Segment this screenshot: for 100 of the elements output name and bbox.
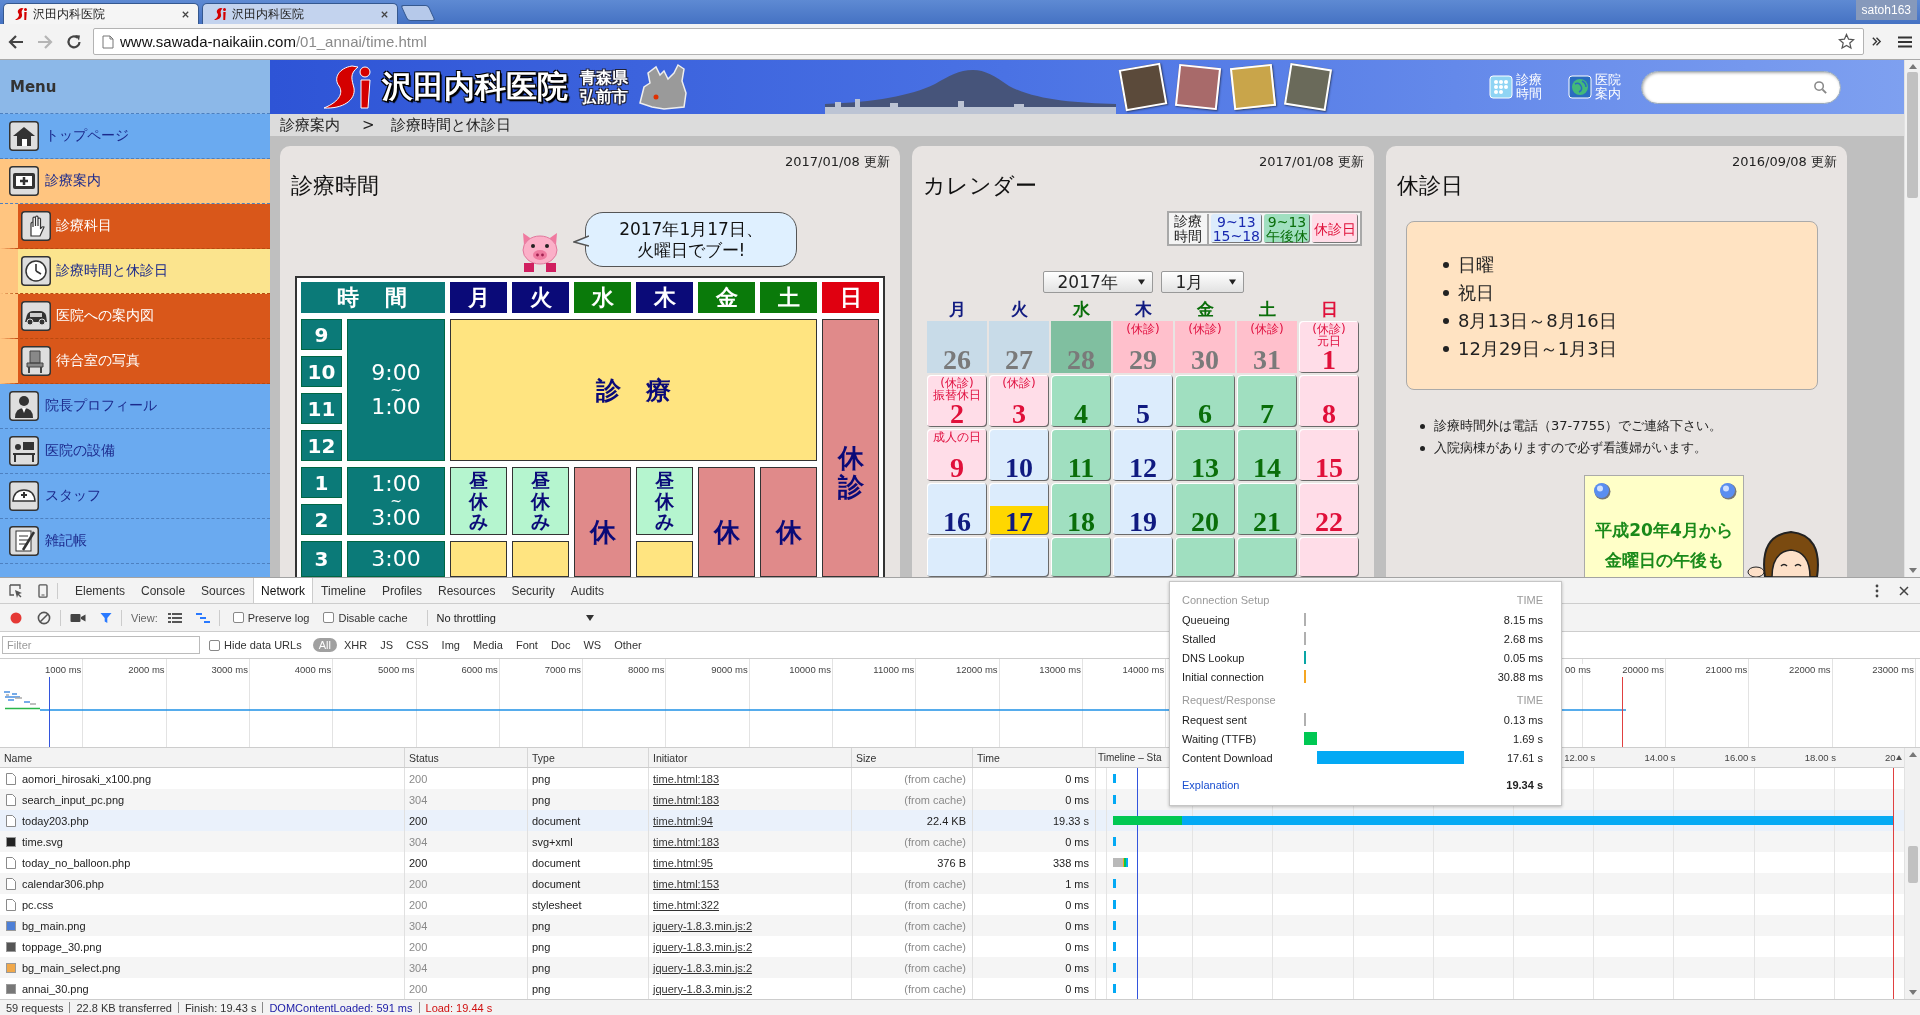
type-filter-button[interactable]: Doc xyxy=(544,638,577,652)
initiator-link[interactable]: time.html:322 xyxy=(653,898,720,911)
checkbox-label[interactable]: Disable cache xyxy=(338,611,408,624)
initiator-link[interactable]: jquery-1.8.3.min.js:2 xyxy=(653,961,753,974)
devtools-tab[interactable]: Network xyxy=(253,578,314,603)
browser-tab[interactable]: 沢田内科医院 xyxy=(3,3,199,24)
scroll-down-icon[interactable] xyxy=(1908,568,1917,573)
new-tab-button[interactable] xyxy=(400,5,436,21)
nav-item[interactable]: 医院の設備 xyxy=(0,429,270,474)
checkbox[interactable] xyxy=(323,612,335,623)
devtools-tab[interactable]: Profiles xyxy=(374,578,431,603)
list-icon[interactable] xyxy=(167,611,182,624)
page-scrollbar[interactable] xyxy=(1904,60,1920,577)
devtools-tab[interactable]: Audits xyxy=(562,578,613,603)
waterfall-icon[interactable] xyxy=(195,611,210,624)
more-options-icon[interactable] xyxy=(1875,583,1879,598)
checkbox[interactable] xyxy=(232,612,244,623)
star-icon[interactable] xyxy=(1838,33,1855,50)
sort-arrow-icon[interactable] xyxy=(1896,755,1902,760)
reload-icon[interactable] xyxy=(65,32,83,51)
table-scrollbar[interactable] xyxy=(1904,748,1920,999)
filter-icon[interactable] xyxy=(100,611,112,624)
initiator-link[interactable]: jquery-1.8.3.min.js:2 xyxy=(653,940,753,953)
column-header[interactable]: Timeline – Sta xyxy=(1098,752,1162,763)
filter-field[interactable]: Filter xyxy=(2,636,200,654)
chevron-icon[interactable] xyxy=(1871,36,1882,47)
close-icon[interactable] xyxy=(380,9,389,19)
scroll-up-icon[interactable] xyxy=(1908,752,1917,757)
nav-item[interactable]: 診療科目 xyxy=(0,204,270,249)
initiator-link[interactable]: time.html:153 xyxy=(653,877,720,890)
explanation-link[interactable]: Explanation xyxy=(1182,779,1240,791)
request-row[interactable]: bg_main_select.png 304 png jquery-1.8.3.min.js:2 (from cache) 0 ms xyxy=(0,957,1904,978)
device-icon[interactable] xyxy=(38,583,48,598)
request-row[interactable]: today203.php 200 document time.html:94 22.4 KB 19.33 s xyxy=(0,810,1904,831)
nav-item[interactable]: 雑記帳 xyxy=(0,519,270,564)
initiator-link[interactable]: time.html:94 xyxy=(653,814,713,827)
devtools-tab[interactable]: Sources xyxy=(193,578,254,603)
devtools-tab[interactable]: Security xyxy=(503,578,563,603)
close-icon[interactable] xyxy=(181,9,190,19)
clinic-name[interactable]: 沢田内科医院 xyxy=(382,66,568,108)
nav-item[interactable]: 診療案内 xyxy=(0,159,270,204)
search-icon[interactable] xyxy=(1813,79,1828,95)
devtools-tab[interactable]: Timeline xyxy=(313,578,374,603)
scroll-down-icon[interactable] xyxy=(1908,990,1917,995)
scrollbar-thumb[interactable] xyxy=(1907,846,1918,883)
address-bar[interactable]: www.sawada-naikaiin.com/01_annai/time.html xyxy=(93,28,1864,55)
calendar-day: 13 xyxy=(1175,429,1235,481)
type-filter-button[interactable]: XHR xyxy=(337,638,374,652)
menu-icon[interactable] xyxy=(1898,35,1912,48)
type-filter-button[interactable]: WS xyxy=(577,638,608,652)
nav-item[interactable]: 医院への案内図 xyxy=(0,294,270,339)
breadcrumb-link[interactable]: 診療案内 xyxy=(280,115,340,135)
request-row[interactable]: calendar306.php 200 document time.html:153 (from cache) 1 ms xyxy=(0,873,1904,894)
scroll-up-icon[interactable] xyxy=(1908,64,1917,69)
inspect-icon[interactable] xyxy=(9,583,23,598)
request-row[interactable]: bg_main.png 304 png jquery-1.8.3.min.js:2 (from cache) 0 ms xyxy=(0,915,1904,936)
year-select[interactable]: 2017年 xyxy=(1042,271,1153,293)
scrollbar-thumb[interactable] xyxy=(1907,72,1918,198)
initiator-link[interactable]: jquery-1.8.3.min.js:2 xyxy=(653,982,753,995)
type-filter-button[interactable]: CSS xyxy=(399,638,435,652)
type-filter-button[interactable]: Img xyxy=(435,638,466,652)
checkbox-label[interactable]: Hide data URLs xyxy=(224,639,302,651)
devtools-tab[interactable]: Resources xyxy=(430,578,504,603)
initiator-link[interactable]: time.html:183 xyxy=(653,835,720,848)
column-header[interactable]: Status xyxy=(405,748,528,767)
nav-item[interactable]: 診療時間と休診日 xyxy=(0,249,270,294)
devtools-tab[interactable]: Console xyxy=(133,578,194,603)
column-header[interactable]: Initiator xyxy=(649,748,852,767)
initiator-link[interactable]: jquery-1.8.3.min.js:2 xyxy=(653,919,753,932)
column-header[interactable]: Name xyxy=(0,748,405,767)
initiator-link[interactable]: time.html:183 xyxy=(653,772,720,785)
back-icon[interactable] xyxy=(7,32,25,51)
axis-tick-label: 3000 ms xyxy=(210,664,248,675)
logo-icon[interactable] xyxy=(321,64,374,110)
nav-item[interactable]: 院長プロフィール xyxy=(0,384,270,429)
column-header[interactable]: Type xyxy=(528,748,649,767)
type-filter-button[interactable]: Font xyxy=(509,638,544,652)
month-select[interactable]: 1月 xyxy=(1160,271,1244,293)
checkbox[interactable] xyxy=(209,639,220,651)
request-row[interactable]: time.svg 304 svg+xml time.html:183 (from cache) 0 ms xyxy=(0,831,1904,852)
initiator-link[interactable]: time.html:95 xyxy=(653,856,713,869)
throttling-select[interactable]: No throttling xyxy=(436,611,594,624)
checkbox-label[interactable]: Preserve log xyxy=(247,611,310,624)
nav-item[interactable]: 待合室の写真 xyxy=(0,339,270,384)
browser-tab[interactable]: 沢田内科医院 xyxy=(202,3,398,24)
column-header[interactable]: Time xyxy=(973,748,1096,767)
close-icon[interactable] xyxy=(1899,585,1909,596)
nav-item[interactable]: スタッフ xyxy=(0,474,270,519)
type-filter-button[interactable]: Media xyxy=(466,638,509,652)
search-field[interactable] xyxy=(1641,70,1841,104)
camera-icon[interactable] xyxy=(70,611,86,624)
timing-label: Content Download xyxy=(1182,751,1274,764)
clear-icon[interactable] xyxy=(37,610,51,625)
type-filter-button[interactable]: Other xyxy=(608,638,648,652)
initiator-link[interactable]: time.html:183 xyxy=(653,793,720,806)
axis-tick-label: 6000 ms xyxy=(460,664,498,675)
type-filter-button[interactable]: JS xyxy=(374,638,399,652)
record-icon[interactable] xyxy=(10,611,22,624)
devtools-tab[interactable]: Elements xyxy=(67,578,134,603)
column-header[interactable]: Size xyxy=(852,748,973,767)
